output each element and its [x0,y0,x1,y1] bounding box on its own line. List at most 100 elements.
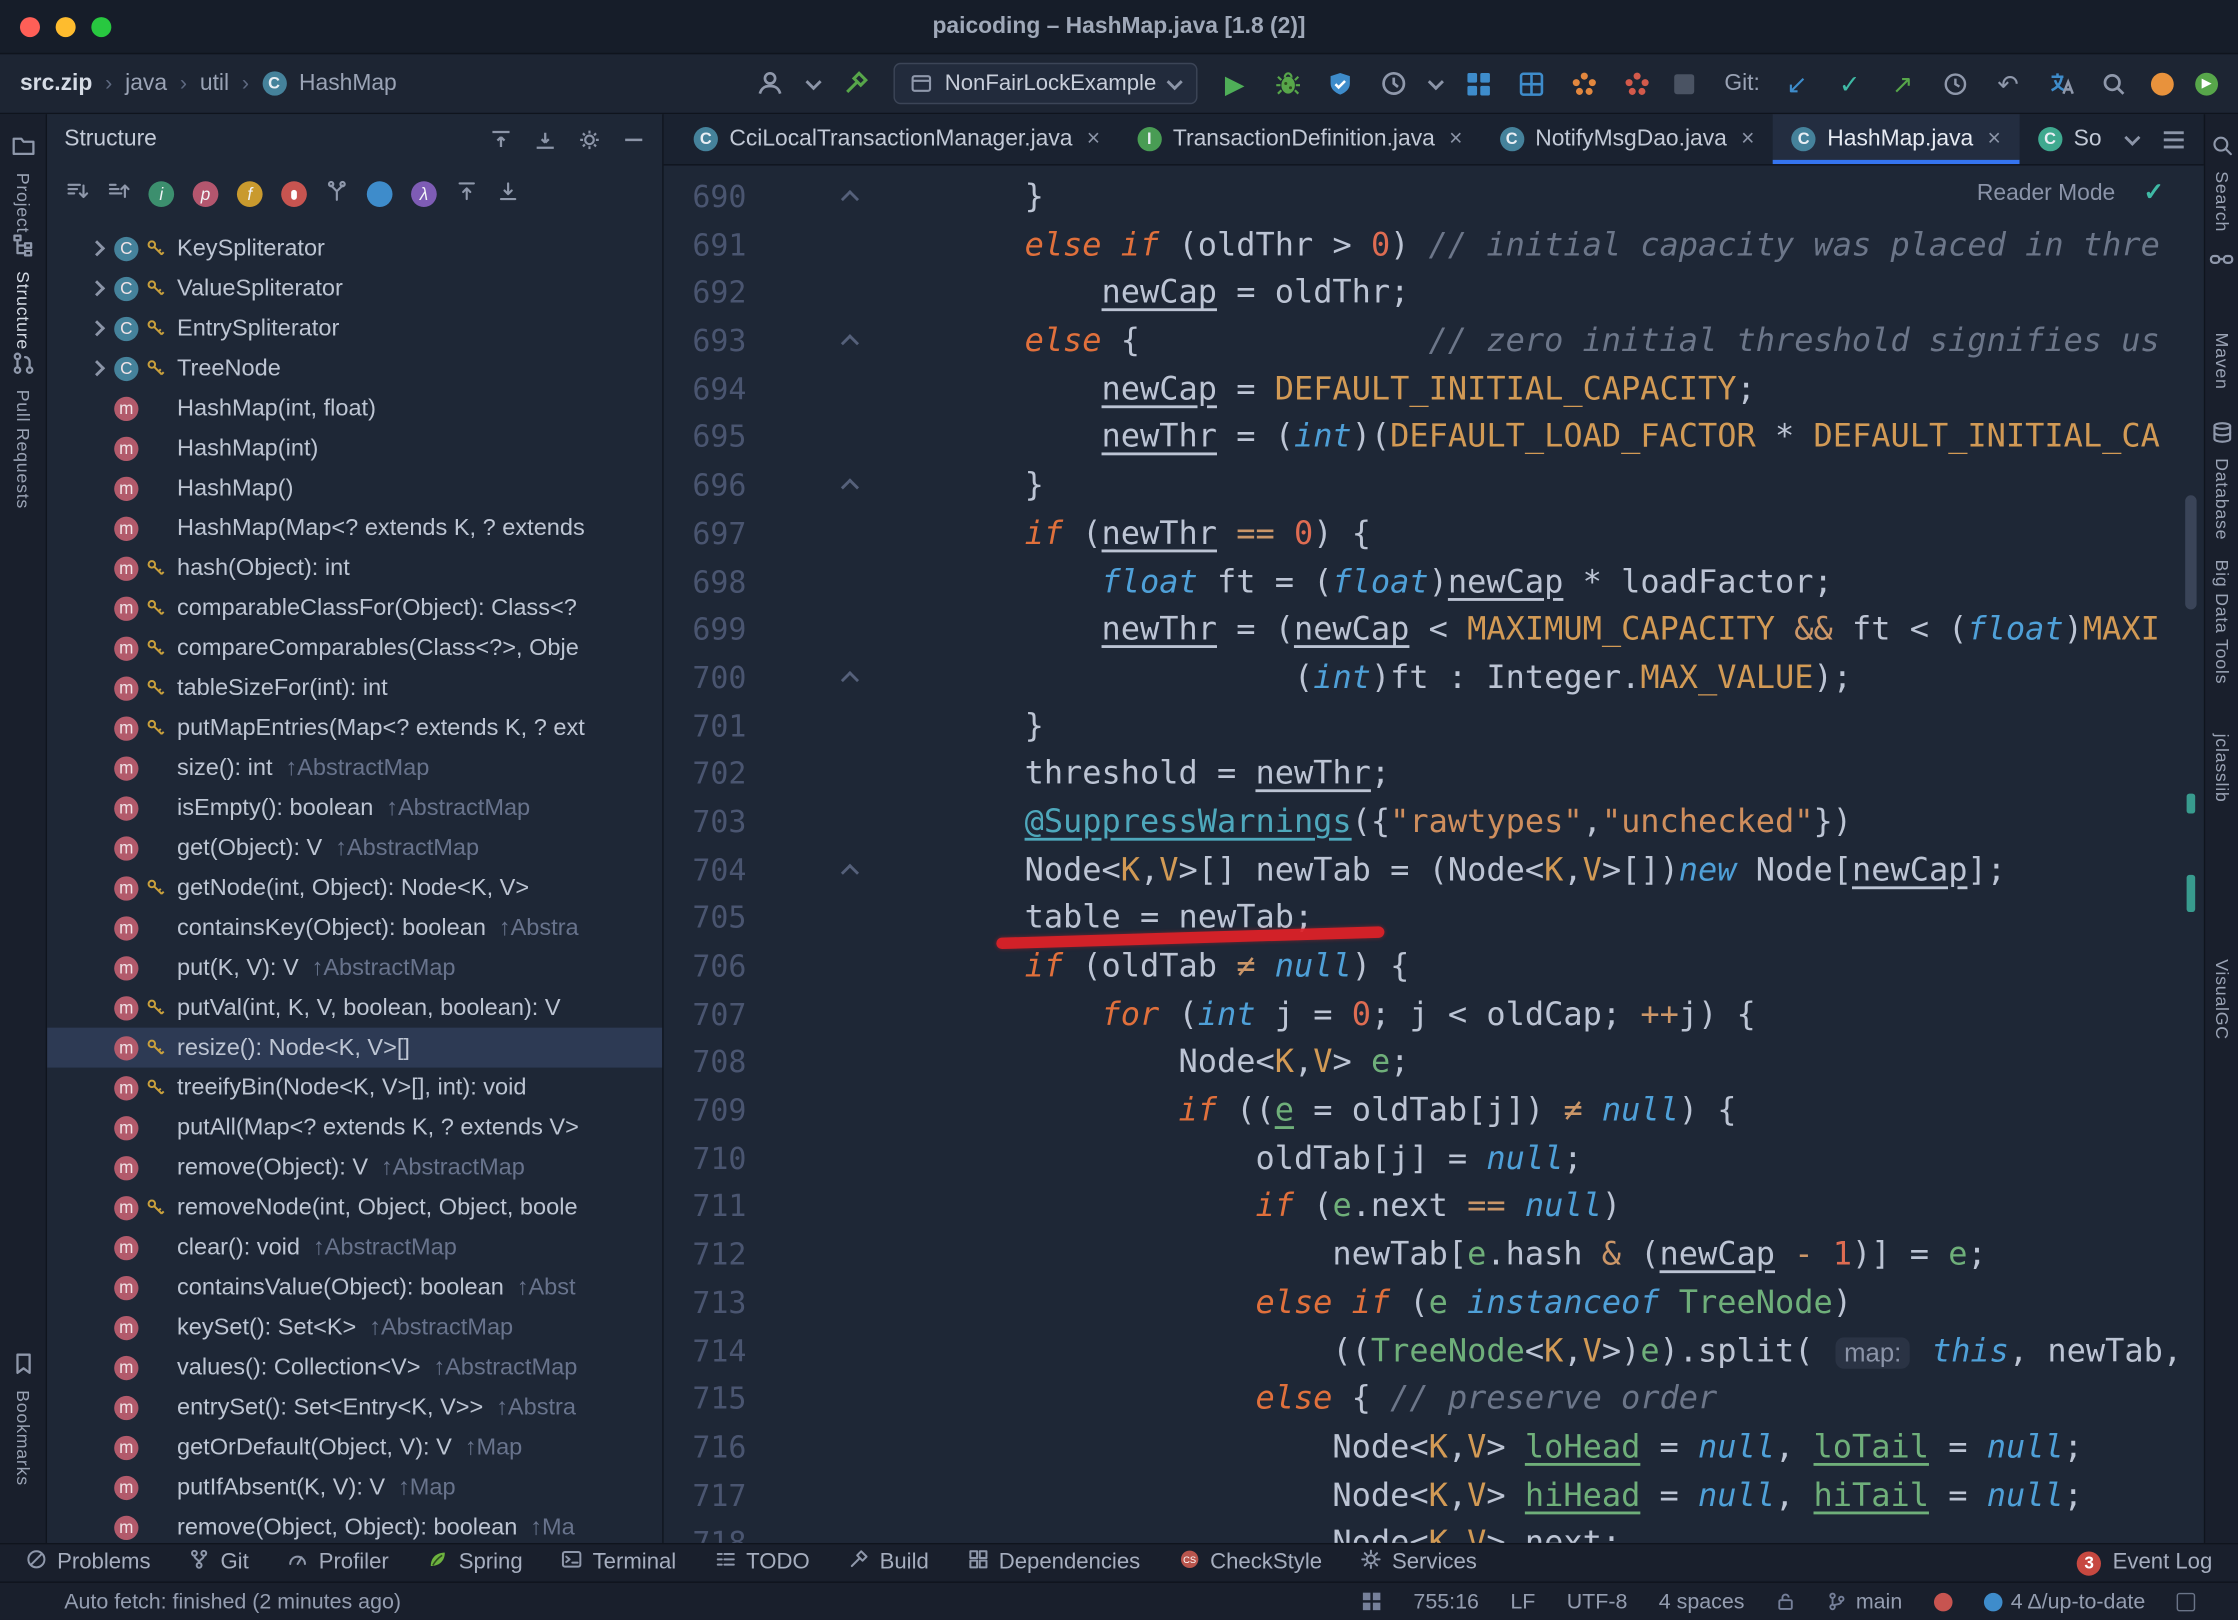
fold-chevron-icon[interactable] [841,671,859,689]
hide-panel-icon[interactable] [622,128,645,151]
structure-item[interactable]: mHashMap(int) [47,428,662,468]
chevron-right-icon[interactable] [89,360,105,376]
structure-item[interactable]: mremoveNode(int, Object, Object, boole [47,1188,662,1228]
services-flower-red-icon[interactable] [1622,68,1653,99]
line-number[interactable]: 699 [664,607,747,655]
structure-item[interactable]: mputIfAbsent(K, V): V↑Map [47,1467,662,1507]
line-number[interactable]: 695 [664,415,747,463]
code-line[interactable]: 691 else if (oldThr > 0) // initial capa… [664,222,2182,270]
tool-button-visualgc[interactable]: VisualGC [2212,959,2232,1040]
run-options-chevron-icon[interactable] [1428,73,1444,89]
line-number[interactable]: 696 [664,463,747,511]
structure-item[interactable]: mtreeifyBin(Node<K, V>[], int): void [47,1068,662,1108]
line-number[interactable]: 700 [664,655,747,703]
structure-item[interactable]: mputMapEntries(Map<? extends K, ? ext [47,708,662,748]
event-log-button[interactable]: 3Event Log [2077,1550,2212,1576]
line-number[interactable]: 714 [664,1328,747,1376]
inspections-ok-icon[interactable]: ✓ [2143,178,2163,207]
tool-window-button-git[interactable]: Git [189,1549,249,1578]
code-line[interactable]: 690 } [664,174,2182,222]
profiler-button[interactable] [1377,68,1408,99]
line-number[interactable]: 704 [664,847,747,895]
zoom-window-button[interactable] [91,16,111,36]
structure-item[interactable]: CValueSpliterator [47,268,662,308]
history-button[interactable] [1940,68,1971,99]
tab-options-icon[interactable] [2164,131,2184,148]
tool-button-big-data-tools[interactable]: Big Data Tools [2212,560,2232,685]
line-number[interactable]: 713 [664,1280,747,1328]
breadcrumb-item[interactable]: HashMap [299,71,397,97]
update-available-icon[interactable] [2151,72,2174,95]
code-line[interactable]: 699 newThr = (newCap < MAXIMUM_CAPACITY … [664,607,2182,655]
indent-style[interactable]: 4 spaces [1659,1589,1745,1613]
layout-grid2-icon[interactable] [1516,68,1547,99]
structure-item[interactable]: mhash(Object): int [47,548,662,588]
structure-item[interactable]: mcomparableClassFor(Object): Class<? [47,588,662,628]
tool-button-pull-requests[interactable]: Pull Requests [11,351,35,509]
line-number[interactable]: 692 [664,270,747,318]
run-config-selector[interactable]: NonFairLockExample [893,63,1197,104]
structure-item[interactable]: mget(Object): V↑AbstractMap [47,828,662,868]
fold-chevron-icon[interactable] [841,479,859,497]
gear-icon[interactable] [578,128,601,151]
tool-button-bookmarks[interactable]: Bookmarks [11,1352,35,1486]
editor-tab[interactable]: CNotifyMsgDao.java× [1481,114,1773,164]
editor-tab[interactable]: CHashMap.java× [1773,114,2019,164]
tool-button-jclasslib[interactable]: jclasslib [2212,733,2232,802]
chevron-right-icon[interactable] [89,280,105,296]
tool-button-project[interactable]: Project [11,134,35,233]
code-line[interactable]: 716 Node<K,V> loHead = null, loTail = nu… [664,1424,2182,1472]
git-commit-button[interactable]: ✓ [1834,68,1865,99]
hidden-tabs-chevron-icon[interactable] [2124,129,2140,145]
editor-tab[interactable]: ITransactionDefinition.java× [1119,114,1481,164]
line-number[interactable]: 702 [664,751,747,799]
structure-item[interactable]: mkeySet(): Set<K>↑AbstractMap [47,1307,662,1347]
tool-window-button-spring[interactable]: Spring [427,1549,522,1578]
code-line[interactable]: 710 oldTab[j] = null; [664,1136,2182,1184]
breadcrumb-item[interactable]: util [200,71,229,97]
reader-mode-label[interactable]: Reader Mode [1977,181,2115,207]
structure-item[interactable]: mputAll(Map<? extends K, ? extends V> [47,1108,662,1148]
visibility-filter-icon[interactable] [367,181,393,207]
tool-button-search[interactable]: Search [2210,134,2233,232]
code-line[interactable]: 711 if (e.next == null) [664,1184,2182,1232]
code-line[interactable]: 705 table = newTab; [664,895,2182,943]
code-line[interactable]: 693 else { // zero initial threshold sig… [664,318,2182,366]
code-line[interactable]: 698 float ft = (float)newCap * loadFacto… [664,559,2182,607]
code-line[interactable]: 704 Node<K,V>[] newTab = (Node<K,V>[])ne… [664,847,2182,895]
notification-icon[interactable] [1934,1592,1953,1611]
code-line[interactable]: 701 } [664,703,2182,751]
code-line[interactable]: 713 else if (e instanceof TreeNode) [664,1280,2182,1328]
line-number[interactable]: 698 [664,559,747,607]
search-icon[interactable] [2098,68,2129,99]
lambda-filter-icon[interactable]: λ [411,181,437,207]
collapse-icon[interactable] [534,128,557,151]
line-separator[interactable]: LF [1510,1589,1535,1613]
collapse-all-icon[interactable] [497,179,520,209]
code-line[interactable]: 694 newCap = DEFAULT_INITIAL_CAPACITY; [664,366,2182,414]
code-line[interactable]: 695 newThr = (int)(DEFAULT_LOAD_FACTOR *… [664,415,2182,463]
gradle-run-icon[interactable]: ▶ [2195,72,2218,95]
line-number[interactable]: 706 [664,943,747,991]
close-tab-icon[interactable]: × [1449,126,1462,152]
sync-status[interactable]: 4 Δ/up-to-date [1984,1589,2146,1613]
line-number[interactable]: 701 [664,703,747,751]
line-number[interactable]: 697 [664,511,747,559]
group-by-icon[interactable] [325,179,348,209]
line-number[interactable]: 716 [664,1424,747,1472]
git-push-button[interactable]: ↗ [1887,68,1918,99]
tool-window-button-checkstyle[interactable]: CSCheckStyle [1179,1549,1322,1578]
tool-window-button-todo[interactable]: TODO [715,1549,810,1578]
chevron-right-icon[interactable] [89,320,105,336]
editor-tab[interactable]: CCciLocalTransactionManager.java× [675,114,1119,164]
code-area[interactable]: 690 }691 else if (oldThr > 0) // initial… [664,174,2182,1543]
structure-item[interactable]: mgetOrDefault(Object, V): V↑Map [47,1427,662,1467]
file-encoding[interactable]: UTF-8 [1567,1589,1628,1613]
services-flower-orange-icon[interactable] [1569,68,1600,99]
build-project-button[interactable] [841,68,872,99]
line-number[interactable]: 712 [664,1232,747,1280]
show-inherited-icon[interactable]: i [148,181,174,207]
tool-window-button-problems[interactable]: Problems [26,1549,151,1578]
structure-item[interactable]: mremove(Object): V↑AbstractMap [47,1148,662,1188]
translate-icon[interactable] [2045,68,2076,99]
